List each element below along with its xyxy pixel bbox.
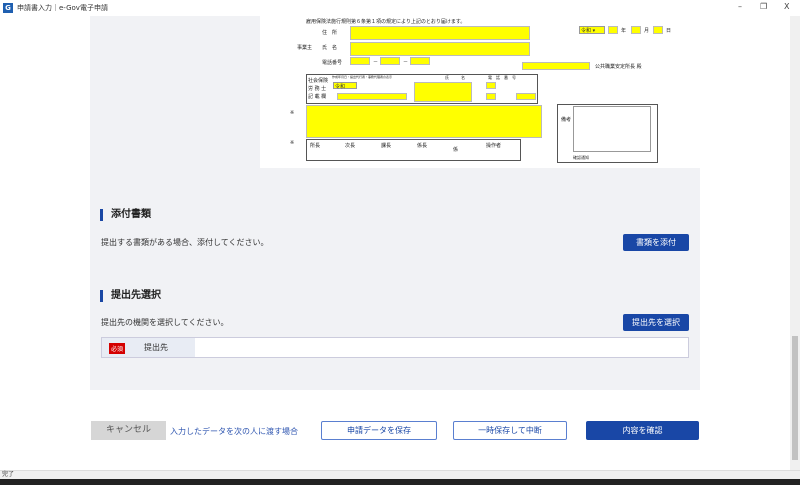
sr-phone-header: 電 話 番 号 [488,75,516,80]
office-suffix: 公共職業安定所長 殿 [595,64,642,70]
confirm-content-button[interactable]: 内容を確認 [586,421,699,440]
attach-document-button[interactable]: 書類を添付 [623,234,689,251]
sr-label: 労 務 士 [308,86,327,92]
window-title: 申請書入力｜e-Gov電子申請 [17,4,108,12]
minimize-button[interactable]: – [738,2,742,11]
phone-label: 電話番号 [322,60,343,66]
stamp-label: 係長 [417,143,428,149]
attachments-heading: 添付書類 [100,209,151,221]
employer-name-input[interactable] [350,42,530,56]
sr-phone-1[interactable] [486,82,496,89]
address-input[interactable] [350,26,530,40]
phone-3-input[interactable] [410,57,430,65]
stamp-label: 操作者 [486,143,502,149]
sr-header: 作成年月日・提出代行者・事務代理者の表示 [332,75,393,79]
notes-input[interactable] [306,105,542,138]
stamp-label: 所長 [310,143,321,149]
sr-label: 社会保険 [308,78,329,84]
destination-heading: 提出先選択 [100,290,161,302]
name-label: 氏 名 [322,45,338,51]
stamp-label: 課長 [381,143,392,149]
title-bar: G 申請書入力｜e-Gov電子申請 – ❐ X [0,0,800,16]
confirm-notice-label: 確認通知 [573,155,589,160]
destination-field-row: 必須 提出先 [101,337,689,358]
remarks-input[interactable] [573,106,651,152]
phone-1-input[interactable] [350,57,370,65]
day-label: 日 [666,28,672,34]
dash: － [373,59,379,65]
destination-label: 提出先 [144,343,168,352]
stamp-label: 次長 [345,143,356,149]
sr-phone-2[interactable] [486,93,496,100]
sr-label: 記 載 欄 [308,94,327,100]
save-and-pause-button[interactable]: 一時保存して中断 [453,421,567,440]
sr-name-input[interactable] [414,82,472,102]
month-label: 月 [644,28,650,34]
month-input[interactable] [631,26,641,34]
sr-input[interactable] [337,93,407,100]
required-badge: 必須 [109,343,126,354]
sr-era-select[interactable]: 令和 [333,82,357,90]
e-gov-logo-icon: G [3,3,13,13]
stamp-label: 係 [453,147,459,153]
status-text: 完了 [2,471,15,478]
remarks-label: 備考 [561,117,572,123]
scrollbar-thumb[interactable] [792,336,798,460]
handover-link[interactable]: 入力したデータを次の人に渡す場合 [170,426,298,437]
declaration-text: 雇用保険法施行規則第６条第１項の規定により上記のとおり届けます。 [306,19,466,25]
restore-button[interactable]: ❐ [760,2,767,11]
year-label: 年 [621,28,627,34]
dash: － [403,59,409,65]
taskbar [0,479,800,485]
sr-name-header: 氏 名 [445,75,465,80]
save-data-button[interactable]: 申請データを保存 [321,421,437,440]
select-destination-button[interactable]: 提出先を選択 [623,314,689,331]
mark: ※ [290,140,295,146]
mark: ※ [290,110,295,116]
sr-phone-3[interactable] [516,93,536,100]
address-label: 住 所 [322,30,338,36]
employer-label: 事業主 [297,45,313,51]
office-input[interactable] [522,62,590,70]
phone-2-input[interactable] [380,57,400,65]
day-input[interactable] [653,26,663,34]
status-bar: 完了 [0,470,800,479]
close-button[interactable]: X [784,2,789,11]
form-document: 雇用保険法施行規則第６条第１項の規定により上記のとおり届けます。 住 所 事業主… [260,16,705,168]
year-input[interactable] [608,26,618,34]
era-select[interactable]: 令和 ▾ [579,26,605,34]
attachments-description: 提出する書類がある場合、添付してください。 [101,238,269,247]
destination-description: 提出先の機関を選択してください。 [101,318,229,327]
cancel-button[interactable]: キャンセル [91,421,166,440]
